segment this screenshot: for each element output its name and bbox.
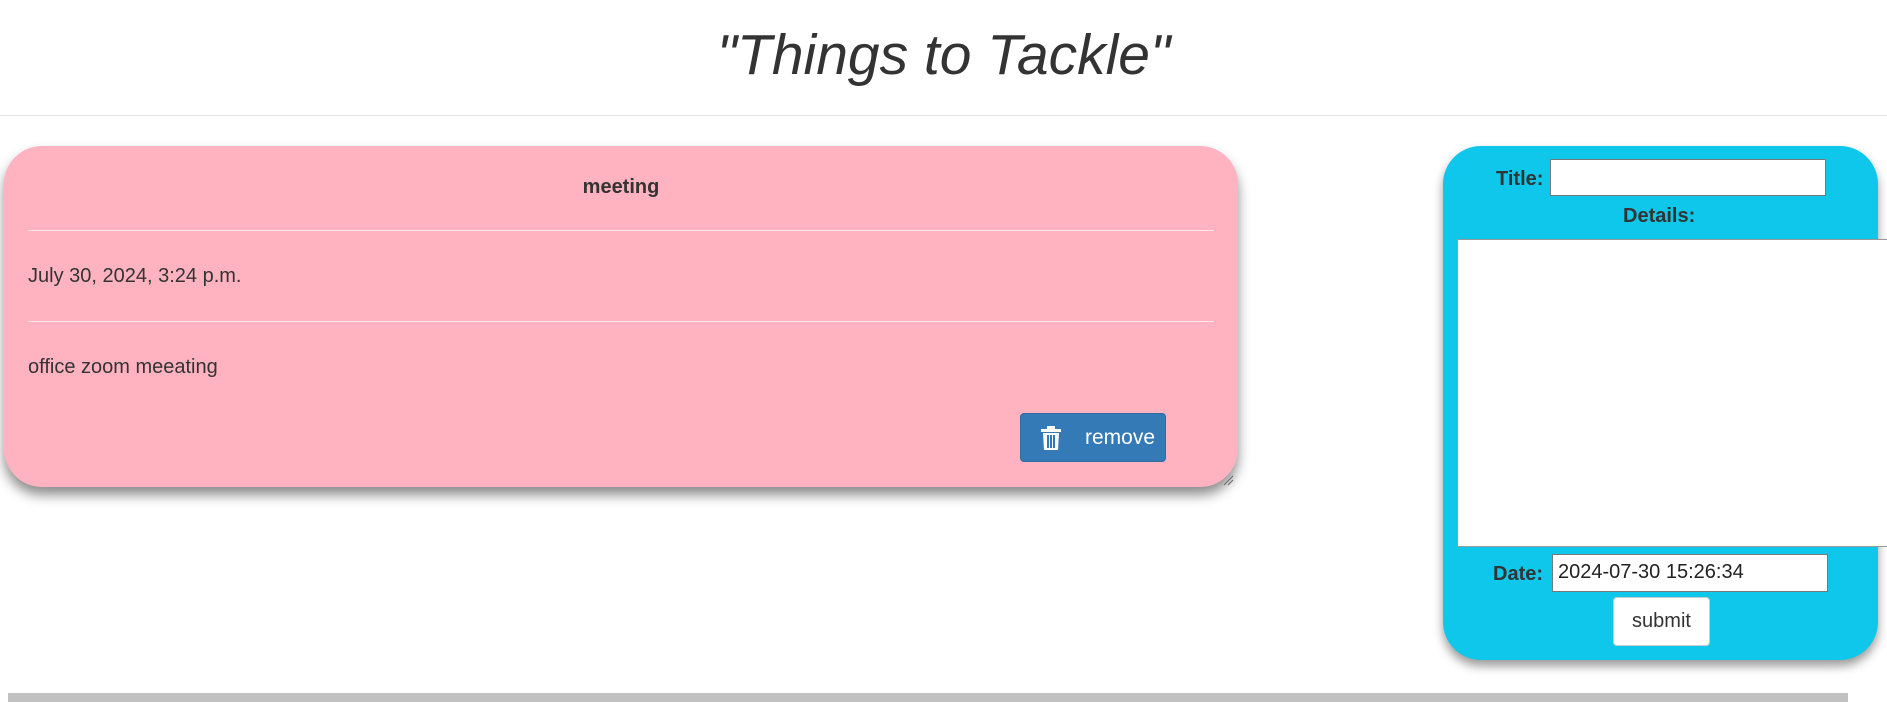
task-card: meeting July 30, 2024, 3:24 p.m. office … xyxy=(4,146,1238,487)
date-input[interactable]: 2024-07-30 15:26:34 xyxy=(1552,554,1828,592)
page-header: "Things to Tackle" xyxy=(0,0,1887,116)
horizontal-scrollbar[interactable] xyxy=(8,693,1848,702)
resize-grip-icon[interactable] xyxy=(1222,473,1234,486)
divider xyxy=(28,230,1214,231)
task-details: office zoom meeating xyxy=(28,356,218,378)
page: "Things to Tackle" meeting July 30, 2024… xyxy=(0,0,1887,702)
details-label: Details: xyxy=(1623,205,1696,227)
new-task-form: Title: Details: Date: 2024-07-30 15:26:3… xyxy=(1443,146,1887,660)
task-title: meeting xyxy=(582,176,660,198)
remove-button-label: remove xyxy=(1085,425,1156,449)
trash-icon xyxy=(1041,425,1061,450)
title-label: Title: xyxy=(1496,168,1544,190)
date-label: Date: xyxy=(1493,563,1544,585)
remove-button[interactable]: remove xyxy=(1020,413,1166,462)
submit-button[interactable]: submit xyxy=(1613,597,1710,646)
page-title: "Things to Tackle" xyxy=(716,23,1171,87)
divider xyxy=(28,321,1214,322)
details-textarea[interactable] xyxy=(1457,239,1887,547)
task-date: July 30, 2024, 3:24 p.m. xyxy=(28,265,242,287)
title-input[interactable] xyxy=(1550,159,1826,196)
